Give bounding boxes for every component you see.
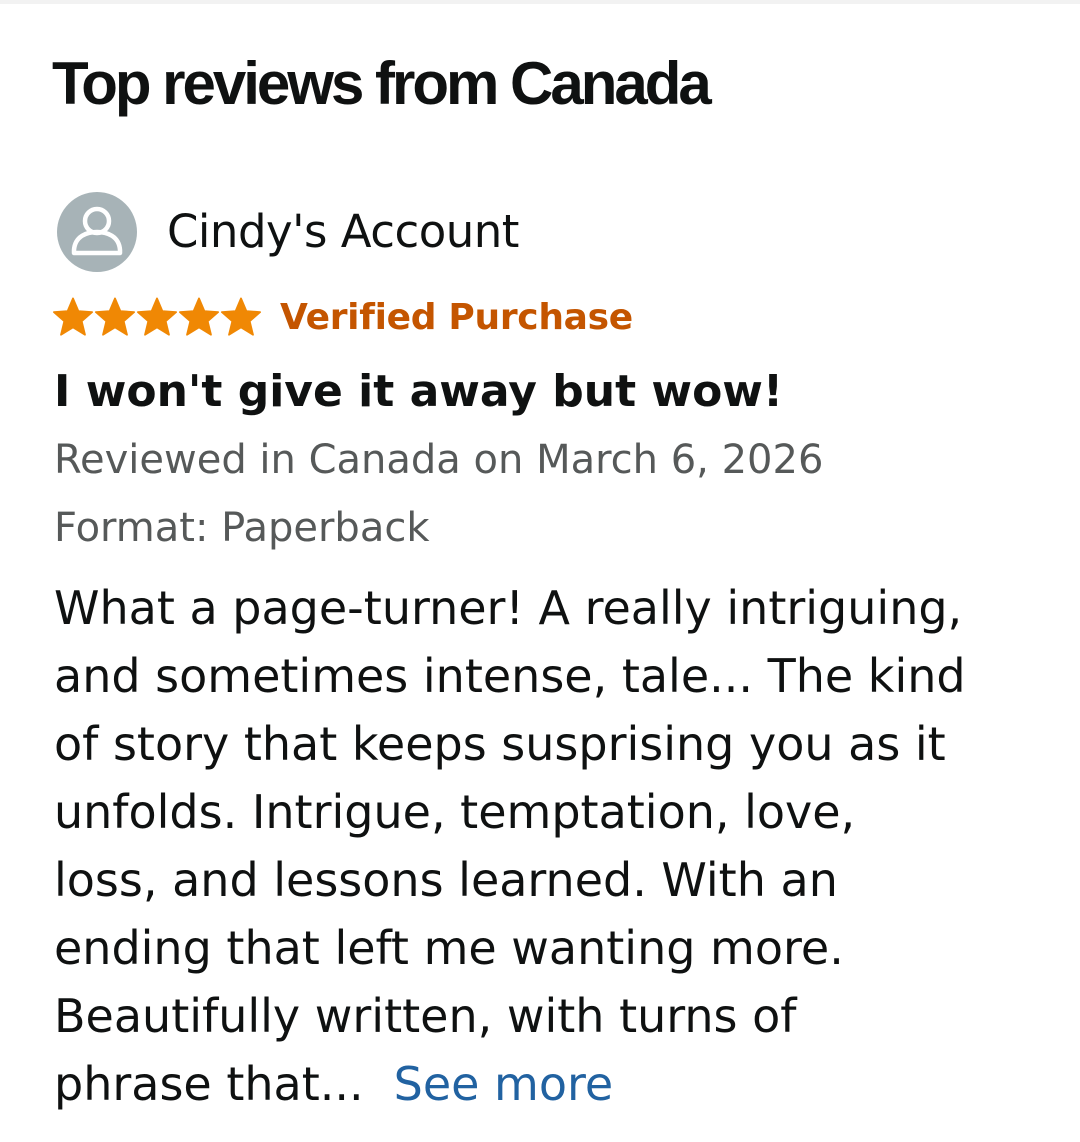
review-body-line: What a page-turner! A really intriguing, [54,581,963,635]
review-body-line: and sometimes intense, tale... The kind [54,649,966,703]
rating-row: Verified Purchase [52,292,633,342]
star-rating[interactable] [52,297,262,337]
reviewer-profile[interactable]: Cindy's Account [57,192,519,272]
section-title: Top reviews from Canada [52,50,712,117]
review-body-last-line: phrase that... See more [54,1050,1054,1118]
user-silhouette-icon [57,192,137,272]
review-body: What a page-turner! A really intriguing,… [54,574,1054,1118]
review-title[interactable]: I won't give it away but wow! [54,362,783,422]
review-format[interactable]: Format: Paperback [54,500,430,556]
review-body-line: ending that left me wanting more. [54,921,844,975]
review-body-line: loss, and lessons learned. With an [54,853,838,907]
star-filled-icon [178,297,219,336]
review-body-line: Beautifully written, with turns of [54,989,797,1043]
top-divider [0,0,1080,4]
see-more-link[interactable]: See more [394,1057,614,1111]
review-body-line: unfolds. Intrigue, temptation, love, [54,785,856,839]
review-body-line: of story that keeps susprising you as it [54,717,946,771]
star-filled-icon [53,297,93,336]
review-date: Reviewed in Canada on March 6, 2026 [54,437,824,483]
star-filled-icon [95,297,135,336]
star-filled-icon [136,297,177,336]
verified-purchase-badge: Verified Purchase [280,296,633,338]
reviewer-name[interactable]: Cindy's Account [167,202,519,262]
star-filled-icon [220,297,261,336]
review-body-line: phrase that... [54,1057,364,1111]
